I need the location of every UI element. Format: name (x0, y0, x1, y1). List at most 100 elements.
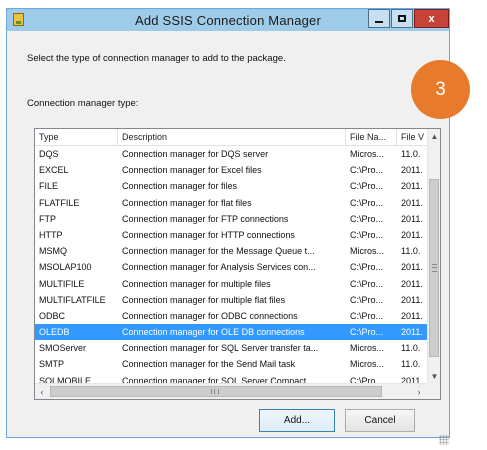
row-description-cell: Connection manager for multiple files (122, 278, 271, 289)
row-file-version-cell: 2011. (401, 278, 423, 289)
row-file-name-cell: Micros... (350, 359, 385, 370)
row-description-cell: Connection manager for multiple flat fil… (122, 294, 286, 305)
list-row[interactable]: FLATFILE Connection manager for flat file… (35, 195, 427, 211)
row-description-cell: Connection manager for Excel files (122, 165, 262, 176)
maximize-button[interactable] (391, 9, 413, 28)
row-type-cell: OLEDB (39, 327, 70, 338)
row-file-version-cell: 11.0. (401, 149, 421, 159)
row-description-cell: Connection manager for DQS server (122, 149, 269, 159)
row-file-version-cell: 2011. (401, 310, 423, 321)
row-description-cell: Connection manager for the Message Queue… (122, 246, 315, 257)
row-type-cell: SMOServer (39, 343, 87, 354)
row-file-version-cell: 11.0. (401, 359, 421, 370)
row-file-name-cell: C:\Pro... (350, 278, 384, 289)
list-row[interactable]: FTP Connection manager for FTP connection… (35, 211, 427, 227)
list-row[interactable]: OLEDB Connection manager for OLE DB conne… (35, 324, 427, 341)
column-header-file-name[interactable]: File Na... (346, 129, 397, 145)
horizontal-scroll-thumb[interactable] (50, 386, 382, 397)
list-header: Type Description File Na... File V (35, 129, 427, 146)
row-description-cell: Connection manager for HTTP connections (122, 229, 295, 240)
scroll-down-icon[interactable]: ▼ (428, 369, 440, 383)
row-description-cell: Connection manager for OLE DB connection… (122, 327, 305, 338)
column-header-file-version[interactable]: File V (397, 129, 427, 145)
row-file-name-cell: C:\Pro... (350, 262, 384, 273)
add-button[interactable]: Add... (259, 409, 335, 432)
row-file-version-cell: 2011. (401, 327, 423, 338)
row-type-cell: FTP (39, 213, 56, 224)
scroll-up-icon[interactable]: ▲ (428, 129, 440, 143)
list-row[interactable]: ODBC Connection manager for ODBC connecti… (35, 308, 427, 324)
scroll-left-icon[interactable]: ‹ (35, 384, 49, 399)
row-file-version-cell: 11.0. (401, 343, 421, 354)
list-row[interactable]: SMOServer Connection manager for SQL Serv… (35, 340, 427, 356)
list-row[interactable]: MSOLAP100 Connection manager for Analysis… (35, 259, 427, 275)
row-file-name-cell: C:\Pro... (350, 327, 384, 338)
row-type-cell: DQS (39, 149, 59, 159)
list-row[interactable]: FILE Connection manager for files C:\Pro..… (35, 178, 427, 194)
scrollbar-corner (427, 383, 440, 399)
row-type-cell: ODBC (39, 310, 66, 321)
row-file-name-cell: C:\Pro... (350, 165, 384, 176)
row-file-name-cell: Micros... (350, 343, 385, 354)
row-file-name-cell: Micros... (350, 246, 385, 257)
row-description-cell: Connection manager for files (122, 181, 238, 192)
list-row[interactable]: MULTIFLATFILE Connection manager for mult… (35, 292, 427, 308)
row-file-name-cell: C:\Pro... (350, 213, 384, 224)
minimize-icon (375, 20, 383, 23)
row-file-name-cell: C:\Pro... (350, 294, 384, 305)
row-type-cell: MULTIFLATFILE (39, 294, 106, 305)
column-header-type[interactable]: Type (35, 129, 118, 145)
row-type-cell: HTTP (39, 229, 63, 240)
row-type-cell: MSOLAP100 (39, 262, 92, 273)
grip-icon (211, 389, 219, 394)
minimize-button[interactable] (368, 9, 390, 28)
row-file-name-cell: Micros... (350, 149, 385, 159)
row-type-cell: FLATFILE (39, 197, 80, 208)
column-header-description[interactable]: Description (118, 129, 346, 145)
row-description-cell: Connection manager for Analysis Services… (122, 262, 316, 273)
row-description-cell: Connection manager for ODBC connections (122, 310, 298, 321)
maximize-icon (398, 15, 406, 22)
row-description-cell: Connection manager for flat files (122, 197, 252, 208)
grip-icon (432, 264, 437, 272)
connection-manager-list[interactable]: Type Description File Na... File V DQS Co… (34, 128, 441, 400)
list-row[interactable]: MSMQ Connection manager for the Message Q… (35, 243, 427, 259)
row-file-name-cell: C:\Pro... (350, 310, 384, 321)
vertical-scrollbar[interactable]: ▲ ▼ (427, 129, 440, 383)
resize-grip-icon[interactable] (439, 435, 449, 445)
row-type-cell: SMTP (39, 359, 65, 370)
instruction-text: Select the type of connection manager to… (27, 53, 286, 64)
cancel-button[interactable]: Cancel (345, 409, 415, 432)
step-number-badge: 3 (411, 60, 470, 119)
row-file-version-cell: 2011. (401, 165, 423, 176)
row-description-cell: Connection manager for FTP connections (122, 213, 289, 224)
row-file-name-cell: C:\Pro... (350, 181, 384, 192)
row-file-version-cell: 2011. (401, 229, 423, 240)
list-row[interactable]: HTTP Connection manager for HTTP connecti… (35, 227, 427, 243)
row-type-cell: FILE (39, 181, 59, 192)
dialog-window: Add SSIS Connection Manager x Select the… (6, 8, 450, 445)
list-row[interactable]: EXCEL Connection manager for Excel files C… (35, 162, 427, 178)
row-file-version-cell: 11.0. (401, 246, 421, 257)
row-file-version-cell: 2011. (401, 262, 423, 273)
vertical-scroll-thumb[interactable] (429, 179, 439, 357)
row-type-cell: MULTIFILE (39, 278, 85, 289)
row-file-version-cell: 2011. (401, 213, 423, 224)
row-file-name-cell: C:\Pro... (350, 229, 384, 240)
title-bar[interactable]: Add SSIS Connection Manager x (7, 9, 449, 31)
close-button[interactable]: x (414, 9, 449, 28)
scroll-right-icon[interactable]: › (412, 384, 426, 399)
row-file-version-cell: 2011. (401, 294, 423, 305)
row-file-version-cell: 2011. (401, 181, 423, 192)
row-description-cell: Connection manager for SQL Server transf… (122, 343, 319, 354)
list-rows: DQS Connection manager for DQS server Micr… (35, 146, 427, 389)
connection-manager-type-label: Connection manager type: (27, 98, 139, 109)
list-row[interactable]: SMTP Connection manager for the Send Mail… (35, 356, 427, 372)
row-description-cell: Connection manager for the Send Mail tas… (122, 359, 296, 370)
horizontal-scrollbar[interactable]: ‹ › (35, 383, 427, 399)
row-file-name-cell: C:\Pro... (350, 197, 384, 208)
list-row[interactable]: MULTIFILE Connection manager for multiple… (35, 276, 427, 292)
close-icon: x (428, 12, 435, 25)
list-row[interactable]: DQS Connection manager for DQS server Micr… (35, 146, 427, 162)
row-type-cell: MSMQ (39, 246, 67, 257)
